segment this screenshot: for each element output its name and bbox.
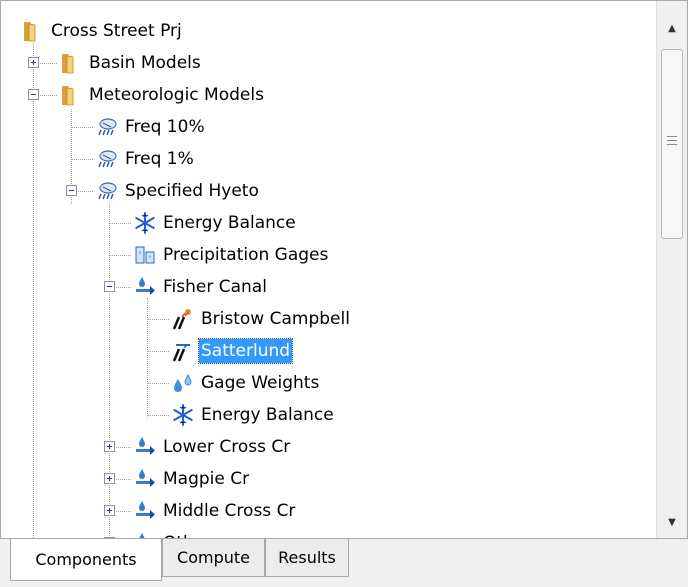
- subbasin-icon: [133, 467, 157, 491]
- expand-toggle[interactable]: [104, 441, 115, 452]
- tree-node-satterlund[interactable]: Satterlund: [171, 335, 294, 367]
- tree-node-label: Specified Hyeto: [125, 181, 259, 201]
- scrollbar-thumb[interactable]: [661, 49, 683, 239]
- subbasin-icon: [133, 531, 157, 538]
- collapse-toggle[interactable]: [66, 185, 77, 196]
- tree-guide: [33, 43, 34, 538]
- tree-node-precipitation-gages[interactable]: Precipitation Gages: [133, 239, 330, 271]
- tree-node-gage-weights[interactable]: Gage Weights: [171, 367, 321, 399]
- tree-node-label: Cross Street Prj: [51, 21, 182, 41]
- tree-node-bristow-campbell[interactable]: Bristow Campbell: [171, 303, 352, 335]
- tree-node-cross-street-prj[interactable]: Cross Street Prj: [21, 15, 184, 47]
- component-tree-panel: Cross Street Prj Basin Models Meteorolog…: [0, 0, 688, 539]
- tree-node-freq-10[interactable]: Freq 10%: [95, 111, 207, 143]
- grip-line: [667, 136, 677, 137]
- tree-node-fisher-canal[interactable]: Fisher Canal: [133, 271, 269, 303]
- tree-guide: [109, 223, 131, 224]
- tree-guide: [147, 319, 169, 320]
- tree-node-label: Gage Weights: [201, 373, 320, 393]
- collapse-toggle[interactable]: [28, 89, 39, 100]
- tree-node-label: Precipitation Gages: [163, 245, 329, 265]
- precipitation-gages-icon: [133, 243, 157, 267]
- tree-node-label: Fisher Canal: [163, 277, 267, 297]
- tree-node-label: Freq 10%: [125, 117, 205, 137]
- folder-icon: [59, 51, 83, 75]
- tree-node-label: Energy Balance: [163, 213, 296, 233]
- tree-node-middle-cross-cr[interactable]: Middle Cross Cr: [133, 495, 297, 527]
- subbasin-icon: [133, 275, 157, 299]
- tree-guide: [147, 383, 169, 384]
- tree-node-other[interactable]: Other: [133, 527, 213, 538]
- tree-guide: [147, 298, 148, 418]
- tree-guide: [71, 127, 93, 128]
- tree-node-label: Other: [161, 531, 213, 538]
- snowflake-icon: [133, 211, 157, 235]
- tree-guide: [147, 415, 169, 416]
- tree-node-meteorologic-models[interactable]: Meteorologic Models: [59, 79, 266, 111]
- scroll-down-arrow-icon[interactable]: ▼: [657, 509, 687, 535]
- subbasin-icon: [133, 435, 157, 459]
- tab-label: Results: [278, 548, 336, 567]
- vertical-scrollbar[interactable]: ▲ ▼: [656, 1, 687, 538]
- tree-node-energy-balance[interactable]: Energy Balance: [133, 207, 298, 239]
- tree-guide: [109, 203, 110, 538]
- panel-tab-bar: Components Compute Results: [0, 539, 688, 587]
- evapotranspiration-icon: [171, 307, 195, 331]
- tree-node-label: Energy Balance: [201, 405, 334, 425]
- meteorologic-model-icon: [95, 147, 119, 171]
- expand-toggle[interactable]: [104, 473, 115, 484]
- tree-node-lower-cross-cr[interactable]: Lower Cross Cr: [133, 431, 292, 463]
- tree-node-label: Lower Cross Cr: [163, 437, 291, 457]
- tab-components[interactable]: Components: [10, 539, 162, 581]
- expand-toggle[interactable]: [28, 57, 39, 68]
- tab-label: Compute: [177, 548, 250, 567]
- grip-line: [667, 140, 677, 141]
- scroll-up-arrow-icon[interactable]: ▲: [657, 15, 687, 41]
- folder-icon: [59, 83, 83, 107]
- tab-results[interactable]: Results: [265, 539, 349, 577]
- tree-node-magpie-cr[interactable]: Magpie Cr: [133, 463, 251, 495]
- meteorologic-model-icon: [95, 115, 119, 139]
- tree-guide: [109, 255, 131, 256]
- collapse-toggle[interactable]: [104, 281, 115, 292]
- tree-node-label: Meteorologic Models: [89, 85, 264, 105]
- tree-node-specified-hyeto[interactable]: Specified Hyeto: [95, 175, 261, 207]
- tab-label: Components: [35, 550, 137, 569]
- subbasin-icon: [133, 499, 157, 523]
- expand-toggle[interactable]: [104, 505, 115, 516]
- grip-line: [667, 144, 677, 145]
- tree-guide: [147, 351, 169, 352]
- tree-node-basin-models[interactable]: Basin Models: [59, 47, 203, 79]
- snowflake-icon: [171, 403, 195, 427]
- folder-icon: [21, 19, 45, 43]
- tree-node-label: Magpie Cr: [163, 469, 250, 489]
- tree-node-label: Basin Models: [89, 53, 201, 73]
- tree-node-freq-1[interactable]: Freq 1%: [95, 143, 196, 175]
- tree-node-label: Freq 1%: [125, 149, 194, 169]
- tree-guide: [71, 159, 93, 160]
- evapotranspiration-icon: [171, 339, 195, 363]
- tab-compute[interactable]: Compute: [162, 539, 265, 577]
- component-tree[interactable]: Cross Street Prj Basin Models Meteorolog…: [1, 1, 657, 538]
- tree-node-label: Bristow Campbell: [201, 309, 350, 329]
- tree-node-label: Satterlund: [197, 338, 294, 364]
- tree-node-energy-balance-2[interactable]: Energy Balance: [171, 399, 336, 431]
- tree-node-label: Middle Cross Cr: [163, 501, 296, 521]
- meteorologic-model-icon: [95, 179, 119, 203]
- water-drops-icon: [171, 371, 195, 395]
